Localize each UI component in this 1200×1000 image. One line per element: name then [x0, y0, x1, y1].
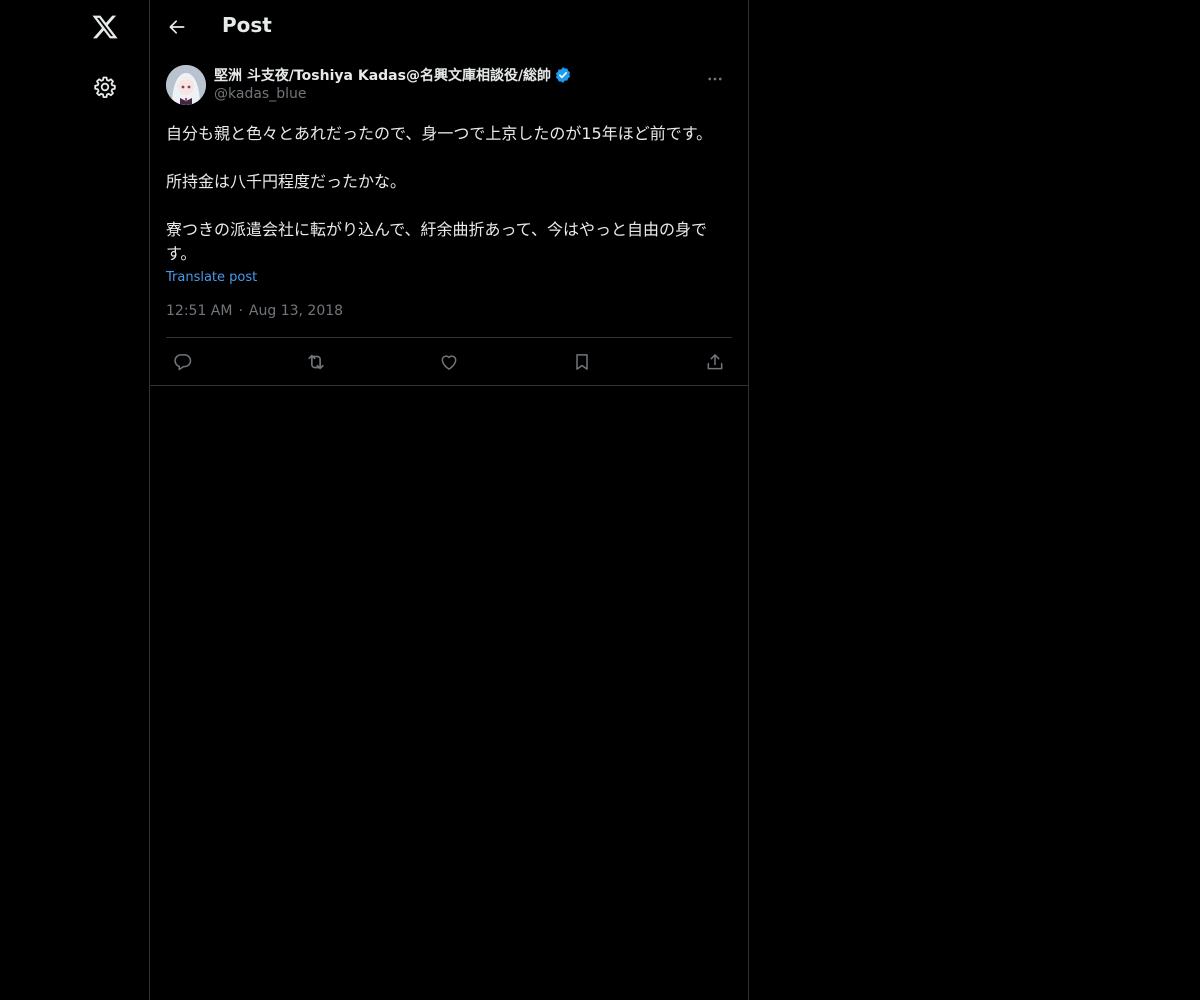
like-icon[interactable]	[432, 345, 466, 379]
translate-post-link[interactable]: Translate post	[166, 270, 257, 285]
reply-icon[interactable]	[166, 345, 200, 379]
post-date[interactable]: Aug 13, 2018	[249, 303, 343, 319]
bookmark-icon[interactable]	[565, 345, 599, 379]
repost-icon[interactable]	[299, 345, 333, 379]
left-nav	[0, 0, 149, 1000]
post-card: 堅洲 斗支夜/Toshiya Kadas@名興文庫相談役/総帥 @kadas_b…	[150, 54, 748, 386]
post-time[interactable]: 12:51 AM	[166, 303, 232, 319]
page-title: Post	[222, 13, 272, 37]
x-logo-icon[interactable]	[83, 5, 127, 49]
author-display-name[interactable]: 堅洲 斗支夜/Toshiya Kadas@名興文庫相談役/総帥	[214, 65, 551, 85]
share-icon[interactable]	[698, 345, 732, 379]
author-row: 堅洲 斗支夜/Toshiya Kadas@名興文庫相談役/総帥 @kadas_b…	[166, 54, 732, 116]
page-header: Post	[150, 0, 748, 54]
arrow-left-icon[interactable]	[160, 8, 194, 46]
timestamp-separator: ·	[238, 303, 243, 319]
author-handle[interactable]: @kadas_blue	[214, 86, 572, 102]
post-timestamp: 12:51 AM · Aug 13, 2018	[166, 301, 732, 321]
post-text: 自分も親と色々とあれだったので、身一つで上京したのが15年ほど前です。 所持金は…	[166, 124, 713, 263]
main-column: Post 堅洲 斗支夜/Toshiya Kadas@名興文庫相談役/総帥 @ka…	[149, 0, 749, 1000]
post-actions-bar	[166, 338, 732, 385]
more-options-icon[interactable]	[698, 64, 732, 94]
gear-icon[interactable]	[83, 65, 127, 109]
avatar[interactable]	[166, 65, 206, 105]
verified-badge-icon	[554, 66, 572, 84]
author-info: 堅洲 斗支夜/Toshiya Kadas@名興文庫相談役/総帥 @kadas_b…	[214, 64, 572, 102]
